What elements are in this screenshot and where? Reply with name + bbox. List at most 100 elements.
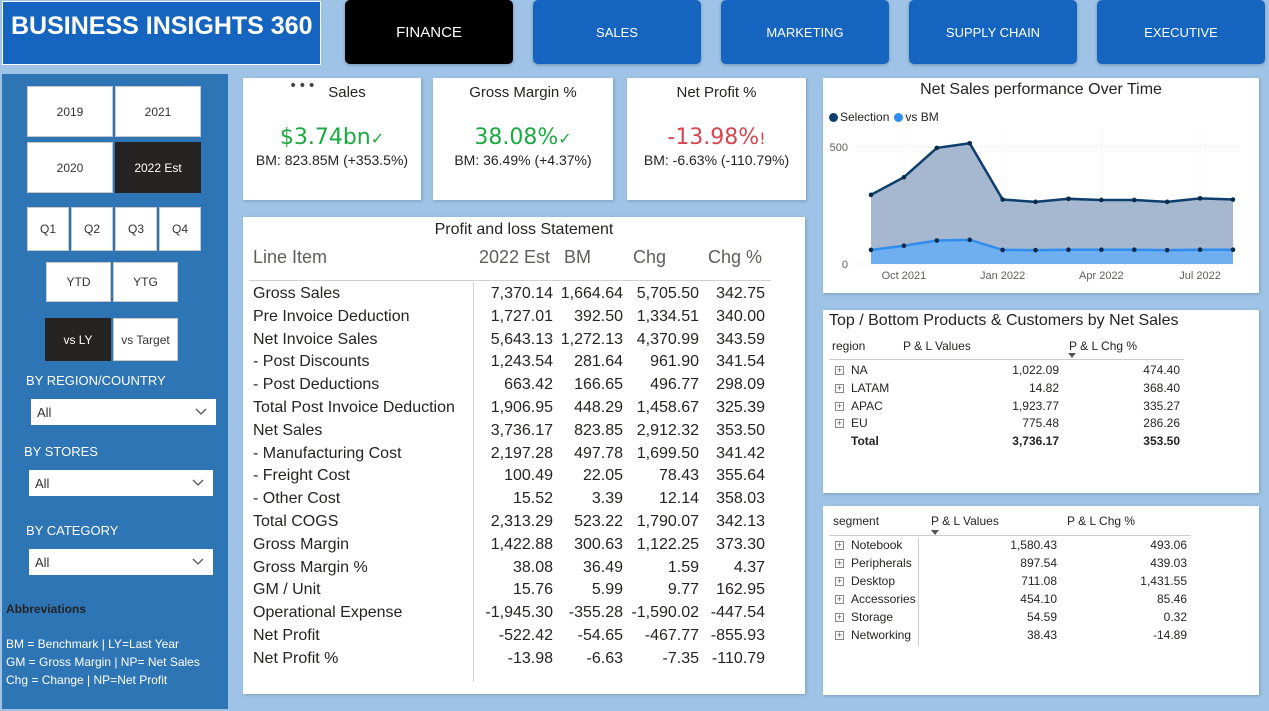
table-row[interactable]: Net Sales 3,736.17 823.85 2,912.32 353.50 bbox=[243, 422, 805, 445]
value-cell: 2,912.32 bbox=[636, 421, 699, 439]
nav-executive-button[interactable]: EXECUTIVE bbox=[1097, 0, 1265, 64]
expand-icon[interactable]: + bbox=[835, 630, 844, 640]
table-row[interactable]: GM / Unit 15.76 5.99 9.77 162.95 bbox=[243, 581, 805, 604]
nav-sales-button[interactable]: SALES bbox=[533, 0, 701, 64]
table-row[interactable]: + Accessories 454.10 85.46 bbox=[823, 591, 1259, 610]
kpi-card-net-profit[interactable]: Net Profit % -13.98%! BM: -6.63% (-110.7… bbox=[627, 78, 806, 200]
expand-icon[interactable]: + bbox=[835, 419, 844, 429]
nav-supply-chain-button[interactable]: SUPPLY CHAIN bbox=[909, 0, 1077, 64]
kpi-value-text: $3.74bn bbox=[279, 125, 371, 150]
expand-icon[interactable]: + bbox=[835, 541, 844, 550]
data-point bbox=[1000, 247, 1005, 253]
table-row[interactable]: Net Profit -522.42 -54.65 -467.77 -855.93 bbox=[243, 627, 805, 650]
stores-dropdown[interactable]: All bbox=[29, 470, 213, 496]
nav-finance-button[interactable]: FINANCE bbox=[345, 0, 513, 64]
data-point bbox=[1099, 247, 1104, 252]
quarter-q4-button[interactable]: Q4 bbox=[159, 207, 201, 251]
category-dropdown-value: All bbox=[35, 555, 50, 570]
vs-ly-button[interactable]: vs LY bbox=[45, 318, 111, 361]
segment-cell: Networking bbox=[851, 627, 912, 642]
column-header-pl-chg[interactable]: P & L Chg % bbox=[1069, 339, 1137, 353]
table-row[interactable]: + Storage 54.59 0.32 bbox=[823, 609, 1259, 628]
kpi-card-gross-margin[interactable]: Gross Margin % 38.08%✓ BM: 36.49% (+4.37… bbox=[433, 78, 613, 200]
segment-cell: Notebook bbox=[851, 538, 903, 552]
ytd-button[interactable]: YTD bbox=[46, 262, 111, 302]
table-row[interactable]: + NA 1,022.09 474.40 bbox=[823, 363, 1259, 381]
value-cell: 1,022.09 bbox=[1012, 363, 1059, 377]
ytg-button[interactable]: YTG bbox=[113, 262, 178, 302]
column-header-2022-est[interactable]: 2022 Est bbox=[479, 247, 550, 268]
value-cell: 3.39 bbox=[591, 490, 623, 508]
table-row[interactable]: - Other Cost 15.52 3.39 12.14 358.03 bbox=[243, 490, 805, 513]
table-row[interactable]: Gross Margin 1,422.88 300.63 1,122.25 373.30 bbox=[243, 536, 805, 559]
column-header-chg[interactable]: Chg bbox=[633, 247, 666, 268]
column-header-segment[interactable]: segment bbox=[833, 514, 879, 528]
line-item-cell: Total COGS bbox=[253, 513, 339, 530]
table-row[interactable]: Pre Invoice Deduction 1,727.01 392.50 1,334… bbox=[243, 308, 805, 331]
column-header-region[interactable]: region bbox=[832, 339, 865, 353]
table-row[interactable]: + Networking 38.43 -14.89 bbox=[823, 627, 1259, 646]
line-item-cell: Gross Margin bbox=[253, 535, 350, 553]
table-row[interactable]: + APAC 1,923.77 335.27 bbox=[823, 399, 1259, 417]
line-item-cell: Total Post Invoice Deduction bbox=[253, 399, 455, 416]
total-row[interactable]: Total 3,736.17 353.50 bbox=[823, 434, 1259, 452]
value-cell: -1,590.02 bbox=[631, 604, 699, 622]
data-point bbox=[901, 243, 907, 249]
year-2019-button[interactable]: 2019 bbox=[27, 86, 113, 137]
table-row[interactable]: Operational Expense -1,945.30 -355.28 -1,59… bbox=[243, 604, 805, 627]
table-row[interactable]: Net Profit % -13.98 -6.63 -7.35 -110.79 bbox=[243, 650, 805, 673]
header-divider bbox=[829, 535, 1191, 536]
quarter-q3-button[interactable]: Q3 bbox=[115, 207, 157, 251]
vs-target-button[interactable]: vs Target bbox=[113, 318, 178, 361]
column-header-pl-chg[interactable]: P & L Chg % bbox=[1067, 514, 1135, 528]
table-row[interactable]: Net Invoice Sales 5,643.13 1,272.13 4,370.9… bbox=[243, 331, 805, 354]
quarter-q2-button[interactable]: Q2 bbox=[71, 207, 113, 251]
table-row[interactable]: + LATAM 14.82 368.40 bbox=[823, 381, 1259, 399]
expand-icon[interactable]: + bbox=[835, 401, 844, 411]
expand-icon[interactable]: + bbox=[835, 558, 844, 568]
table-row[interactable]: Gross Margin % 38.08 36.49 1.59 4.37 bbox=[243, 559, 805, 582]
table-row[interactable]: Total Post Invoice Deduction 1,906.95 448.… bbox=[243, 399, 805, 422]
table-row[interactable]: Total COGS 2,313.29 523.22 1,790.07 342.13 bbox=[243, 513, 805, 536]
value-cell: 474.40 bbox=[1143, 363, 1180, 377]
column-header-chg-pct[interactable]: Chg % bbox=[708, 247, 762, 268]
value-cell: 342.13 bbox=[716, 513, 765, 530]
category-dropdown[interactable]: All bbox=[29, 549, 213, 575]
expand-icon[interactable]: + bbox=[835, 594, 844, 604]
year-2021-button[interactable]: 2021 bbox=[115, 86, 201, 137]
nav-executive-label: EXECUTIVE bbox=[1144, 24, 1218, 40]
quarter-q1-button[interactable]: Q1 bbox=[27, 207, 69, 251]
pl-statement-table[interactable]: Profit and loss Statement Line Item 2022… bbox=[243, 217, 805, 694]
table-row[interactable]: + Peripherals 897.54 439.03 bbox=[823, 555, 1259, 574]
region-matrix[interactable]: Top / Bottom Products & Customers by Net… bbox=[823, 310, 1259, 493]
kpi-card-sales[interactable]: ••• Sales $3.74bn✓ BM: 823.85M (+353.5%) bbox=[243, 78, 421, 200]
year-2022-est-button[interactable]: 2022 Est bbox=[115, 142, 201, 193]
table-row[interactable]: + Notebook 1,580.43 493.06 bbox=[823, 538, 1259, 556]
column-header-line-item[interactable]: Line Item bbox=[253, 247, 327, 268]
net-sales-chart[interactable]: Net Sales performance Over Time Selectio… bbox=[823, 78, 1259, 293]
year-2020-button[interactable]: 2020 bbox=[27, 142, 113, 193]
table-row[interactable]: - Freight Cost 100.49 22.05 78.43 355.64 bbox=[243, 467, 805, 490]
nav-marketing-button[interactable]: MARKETING bbox=[721, 0, 889, 64]
data-point bbox=[901, 174, 907, 180]
expand-icon[interactable]: + bbox=[835, 576, 844, 586]
table-row[interactable]: + Desktop 711.08 1,431.55 bbox=[823, 573, 1259, 592]
table-row[interactable]: - Manufacturing Cost 2,197.28 497.78 1,699.… bbox=[243, 445, 805, 468]
segment-matrix[interactable]: segment P & L Values P & L Chg % + Notebo… bbox=[823, 506, 1259, 695]
column-header-pl-values[interactable]: P & L Values bbox=[903, 339, 971, 353]
table-row[interactable]: - Post Discounts 1,243.54 281.64 961.90 341.… bbox=[243, 353, 805, 376]
expand-icon[interactable]: + bbox=[835, 383, 844, 393]
column-header-bm[interactable]: BM bbox=[564, 247, 591, 268]
line-item-cell: - Manufacturing Cost bbox=[253, 444, 402, 462]
check-icon: ✓ bbox=[370, 129, 385, 148]
region-dropdown[interactable]: All bbox=[31, 399, 216, 425]
value-cell: 342.75 bbox=[716, 285, 765, 302]
table-row[interactable]: + EU 775.48 286.26 bbox=[823, 416, 1259, 434]
table-row[interactable]: - Post Deductions 663.42 166.65 496.77 298.0… bbox=[243, 376, 805, 399]
column-header-pl-values[interactable]: P & L Values bbox=[931, 514, 999, 528]
expand-icon[interactable]: + bbox=[835, 366, 844, 375]
value-cell: 5,643.13 bbox=[490, 330, 553, 348]
kpi-title: Net Profit % bbox=[676, 84, 757, 101]
table-row[interactable]: Gross Sales 7,370.14 1,664.64 5,705.50 342.7… bbox=[243, 285, 805, 308]
expand-icon[interactable]: + bbox=[835, 612, 844, 622]
